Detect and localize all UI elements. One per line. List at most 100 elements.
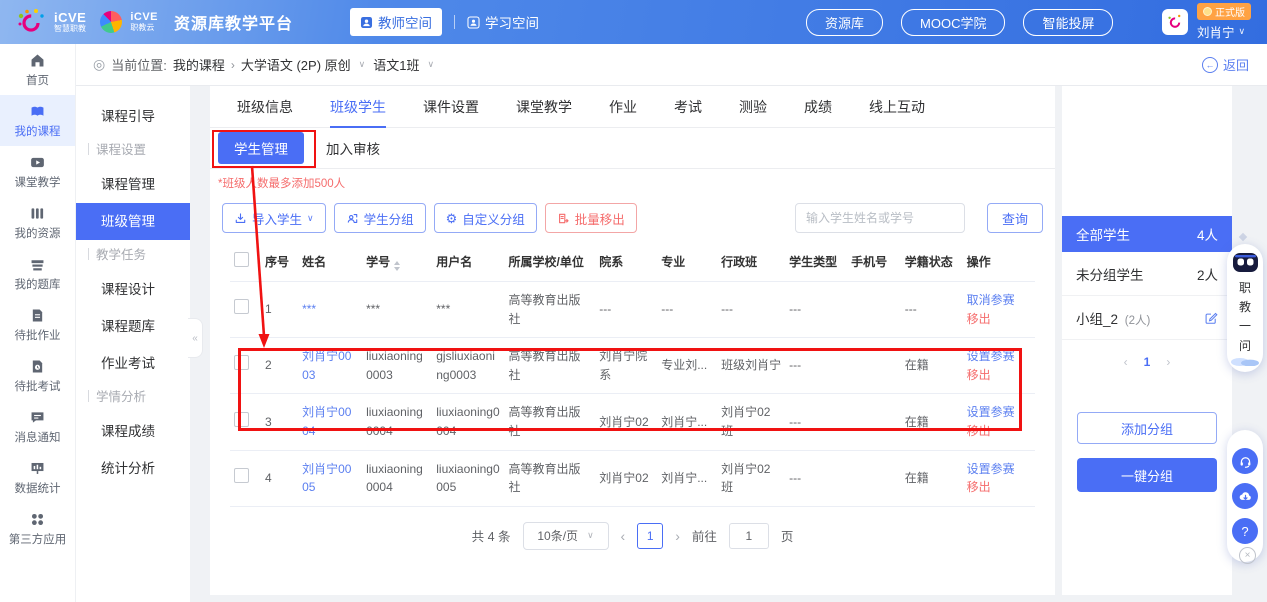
tab-exam[interactable]: 考试: [674, 86, 702, 128]
cell-name[interactable]: ***: [298, 282, 362, 338]
action-set-contest[interactable]: 设置参赛: [967, 347, 1031, 366]
add-group-button[interactable]: 添加分组: [1077, 412, 1217, 444]
goto-page-input[interactable]: [729, 523, 769, 549]
resource-library-button[interactable]: 资源库: [806, 9, 883, 36]
prev-page-button[interactable]: ‹: [621, 528, 626, 544]
col-department: 院系: [595, 243, 657, 282]
sidebar-item-pending-homework[interactable]: 待批作业: [0, 299, 75, 350]
cell-school: 高等教育出版社: [504, 282, 595, 338]
subtab-student-management[interactable]: 学生管理: [218, 132, 304, 164]
tab-class-info[interactable]: 班级信息: [237, 86, 293, 128]
nav-teacher-space[interactable]: 教师空间: [350, 8, 442, 36]
import-students-button[interactable]: 导入学生 ∨: [222, 203, 326, 233]
assistant-widget[interactable]: 职教一问: [1227, 244, 1263, 372]
query-button[interactable]: 查询: [987, 203, 1043, 233]
action-remove[interactable]: 移出: [967, 368, 991, 382]
cell-name[interactable]: 刘肖宁0005: [298, 450, 362, 506]
action-set-contest[interactable]: 设置参赛: [967, 403, 1031, 422]
sidebar-item-classroom-teaching[interactable]: 课堂教学: [0, 146, 75, 197]
group-page-current[interactable]: 1: [1144, 355, 1151, 369]
student-toolbar: 导入学生 ∨ 学生分组 ⚙ 自定义分组 批量移出 查询: [210, 193, 1055, 243]
breadcrumb-my-courses[interactable]: 我的课程: [173, 55, 225, 74]
menu-item-statistical-analysis[interactable]: 统计分析: [75, 450, 190, 487]
sidebar-item-my-resources[interactable]: 我的资源: [0, 197, 75, 248]
menu-item-class-management[interactable]: 班级管理: [75, 203, 190, 240]
sidebar-item-statistics[interactable]: 数据统计: [0, 452, 75, 503]
group-prev-button[interactable]: ‹: [1124, 355, 1128, 369]
cell-major: 刘肖宁...: [657, 450, 717, 506]
mooc-academy-button[interactable]: MOOC学院: [901, 9, 1005, 36]
page-number-current[interactable]: 1: [637, 523, 663, 549]
row-checkbox[interactable]: [234, 468, 249, 483]
action-remove[interactable]: 移出: [967, 480, 991, 494]
student-grouping-button[interactable]: 学生分组: [334, 203, 426, 233]
cell-status: 在籍: [901, 394, 963, 450]
tab-grades[interactable]: 成绩: [804, 86, 832, 128]
cell-name[interactable]: 刘肖宁0004: [298, 394, 362, 450]
tab-class-students[interactable]: 班级学生: [330, 86, 386, 128]
statistics-icon: [29, 460, 46, 477]
download-icon: [234, 212, 247, 225]
batch-remove-button[interactable]: 批量移出: [545, 203, 637, 233]
sidebar-item-question-bank[interactable]: 我的题库: [0, 248, 75, 299]
row-checkbox[interactable]: [234, 355, 249, 370]
group-all-students[interactable]: 全部学生 4人: [1062, 216, 1232, 252]
cell-department: ---: [595, 282, 657, 338]
sidebar-item-my-courses[interactable]: 我的课程: [0, 95, 75, 146]
action-set-contest[interactable]: 设置参赛: [967, 460, 1031, 479]
table-header-row: 序号 姓名 学号 用户名 所属学校/单位 院系 专业 行政班 学生类型 手机号 …: [230, 243, 1035, 282]
group-item-label: 小组_2: [1076, 312, 1118, 327]
help-button[interactable]: ?: [1232, 518, 1258, 544]
smart-casting-button[interactable]: 智能投屏: [1023, 9, 1113, 36]
edit-group-icon[interactable]: [1204, 311, 1218, 325]
nav-teacher-label: 教师空间: [378, 12, 432, 32]
group-ungrouped[interactable]: 未分组学生 2人: [1062, 252, 1232, 296]
group-item[interactable]: 小组_2 (2人): [1062, 296, 1232, 340]
menu-item-course-grades[interactable]: 课程成绩: [75, 413, 190, 450]
tab-homework[interactable]: 作业: [609, 86, 637, 128]
tab-courseware-settings[interactable]: 课件设置: [423, 86, 479, 128]
menu-section-label: 教学任务: [96, 248, 146, 262]
chevron-down-icon: ∨: [307, 213, 314, 224]
student-search-input[interactable]: [795, 203, 965, 233]
select-all-checkbox[interactable]: [234, 252, 249, 267]
back-button[interactable]: ← 返回: [1202, 55, 1249, 74]
action-cancel-contest[interactable]: 取消参赛: [967, 291, 1031, 310]
menu-collapse-handle[interactable]: «: [188, 318, 203, 358]
subtab-join-review[interactable]: 加入审核: [322, 132, 384, 164]
section-bar: [88, 248, 89, 260]
cell-school: 高等教育出版社: [504, 450, 595, 506]
table-row: 1 *** *** *** 高等教育出版社 --- --- --- --- --…: [230, 282, 1035, 338]
menu-item-course-design[interactable]: 课程设计: [75, 271, 190, 308]
group-next-button[interactable]: ›: [1166, 355, 1170, 369]
download-center-button[interactable]: [1232, 483, 1258, 509]
tab-online-interaction[interactable]: 线上互动: [869, 86, 925, 128]
nav-student-space[interactable]: 学习空间: [467, 12, 539, 32]
breadcrumb-course-select[interactable]: 大学语文 (2P) 原创: [241, 55, 351, 74]
sidebar-item-third-party-apps[interactable]: 第三方应用: [0, 503, 75, 554]
tab-quiz[interactable]: 测验: [739, 86, 767, 128]
menu-item-homework-exam[interactable]: 作业考试: [75, 345, 190, 382]
action-remove[interactable]: 移出: [967, 424, 991, 438]
breadcrumb-class-select[interactable]: 语文1班: [373, 55, 419, 74]
close-floating-toolbar-button[interactable]: ×: [1239, 547, 1256, 564]
row-checkbox[interactable]: [234, 412, 249, 427]
tab-classroom-teaching[interactable]: 课堂教学: [516, 86, 572, 128]
custom-grouping-button[interactable]: ⚙ 自定义分组: [434, 203, 537, 233]
row-checkbox[interactable]: [234, 299, 249, 314]
sidebar-label: 待批作业: [15, 327, 61, 343]
menu-item-course-question-bank[interactable]: 课程题库: [75, 308, 190, 345]
next-page-button[interactable]: ›: [675, 528, 680, 544]
customer-service-button[interactable]: [1232, 448, 1258, 474]
menu-item-course-management[interactable]: 课程管理: [75, 166, 190, 203]
action-remove[interactable]: 移出: [967, 312, 991, 326]
menu-item-course-guide[interactable]: 课程引导: [75, 98, 190, 135]
cell-name[interactable]: 刘肖宁0003: [298, 338, 362, 394]
sidebar-item-home[interactable]: 首页: [0, 44, 75, 95]
sidebar-item-pending-exams[interactable]: 待批考试: [0, 350, 75, 401]
sort-icon[interactable]: [394, 261, 400, 271]
auto-group-button[interactable]: 一键分组: [1077, 458, 1217, 492]
sidebar-item-notifications[interactable]: 消息通知: [0, 401, 75, 452]
page-size-select[interactable]: 10条/页 ∨: [523, 522, 609, 550]
user-menu[interactable]: 刘肖宁 ∨: [1197, 22, 1245, 41]
